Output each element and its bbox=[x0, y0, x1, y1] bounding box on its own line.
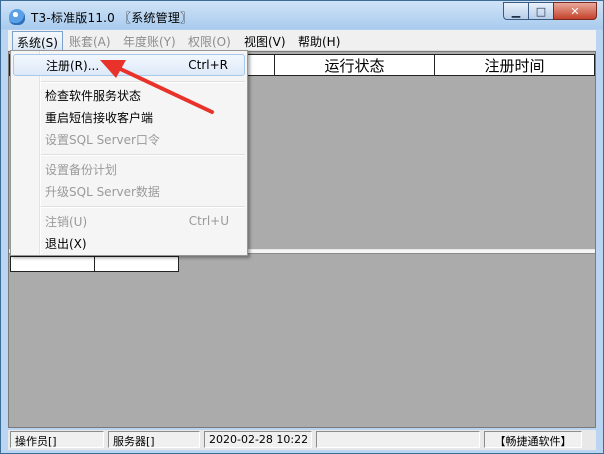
menu-item-backup-plan[interactable]: 设置备份计划 bbox=[13, 158, 245, 180]
column-header-register-time[interactable]: 注册时间 bbox=[435, 54, 595, 76]
menu-item-exit[interactable]: 退出(X) bbox=[13, 232, 245, 254]
window-controls: ▁ □ ✕ bbox=[503, 2, 597, 20]
menu-item-label: 重启短信接收客户端 bbox=[45, 110, 154, 125]
menu-item-restart-sms[interactable]: 重启短信接收客户端 bbox=[13, 106, 245, 128]
lower-grid-cell[interactable] bbox=[94, 256, 179, 272]
menu-item-label: 注册(R)... bbox=[46, 58, 100, 73]
menu-item-label: 退出(X) bbox=[45, 236, 87, 251]
menu-item-upgrade-sql[interactable]: 升级SQL Server数据 bbox=[13, 180, 245, 202]
menu-item-logout[interactable]: 注销(U) Ctrl+U bbox=[13, 210, 245, 232]
menu-item-shortcut: Ctrl+R bbox=[188, 58, 228, 72]
app-logo-icon bbox=[9, 9, 25, 25]
menu-item-label: 检查软件服务状态 bbox=[45, 88, 142, 103]
close-icon[interactable]: ✕ bbox=[553, 2, 597, 20]
menu-bar: 系统(S) 账套(A) 年度账(Y) 权限(O) 视图(V) 帮助(H) bbox=[8, 30, 596, 54]
menu-separator bbox=[41, 154, 245, 156]
menu-item-sql-password[interactable]: 设置SQL Server口令 bbox=[13, 128, 245, 150]
menu-help[interactable]: 帮助(H) bbox=[298, 33, 340, 50]
menu-item-label: 设置备份计划 bbox=[45, 162, 118, 177]
menu-item-register[interactable]: 注册(R)... Ctrl+R bbox=[13, 54, 245, 76]
window-title: T3-标准版11.0 〖系统管理〗 bbox=[31, 11, 193, 25]
maximize-icon[interactable]: □ bbox=[528, 2, 554, 20]
status-datetime: 2020-02-28 10:22 bbox=[204, 431, 312, 448]
title-bar[interactable]: T3-标准版11.0 〖系统管理〗 ▁ □ ✕ bbox=[1, 1, 603, 31]
lower-grid-cell[interactable] bbox=[10, 256, 95, 272]
menu-separator bbox=[41, 81, 245, 83]
status-server: 服务器[] bbox=[108, 431, 200, 448]
status-operator: 操作员[] bbox=[10, 431, 104, 448]
status-empty bbox=[316, 431, 480, 448]
menu-fiscal-year[interactable]: 年度账(Y) bbox=[123, 33, 176, 50]
menu-permission[interactable]: 权限(O) bbox=[188, 33, 231, 50]
status-company: 【畅捷通软件】 bbox=[484, 431, 582, 448]
menu-item-label: 升级SQL Server数据 bbox=[45, 184, 160, 199]
menu-view[interactable]: 视图(V) bbox=[244, 33, 286, 50]
menu-item-check-service[interactable]: 检查软件服务状态 bbox=[13, 84, 245, 106]
menu-item-shortcut: Ctrl+U bbox=[188, 214, 229, 228]
menu-separator bbox=[41, 206, 245, 208]
status-bar: 操作员[] 服务器[] 2020-02-28 10:22 【畅捷通软件】 bbox=[8, 430, 596, 450]
column-header-status[interactable]: 运行状态 bbox=[275, 54, 435, 76]
menu-account-set[interactable]: 账套(A) bbox=[69, 33, 111, 50]
menu-item-label: 注销(U) bbox=[45, 214, 88, 229]
minimize-icon[interactable]: ▁ bbox=[503, 2, 529, 20]
system-menu-dropdown: 注册(R)... Ctrl+R 检查软件服务状态 重启短信接收客户端 设置SQL… bbox=[10, 50, 248, 256]
menu-item-label: 设置SQL Server口令 bbox=[45, 132, 160, 147]
